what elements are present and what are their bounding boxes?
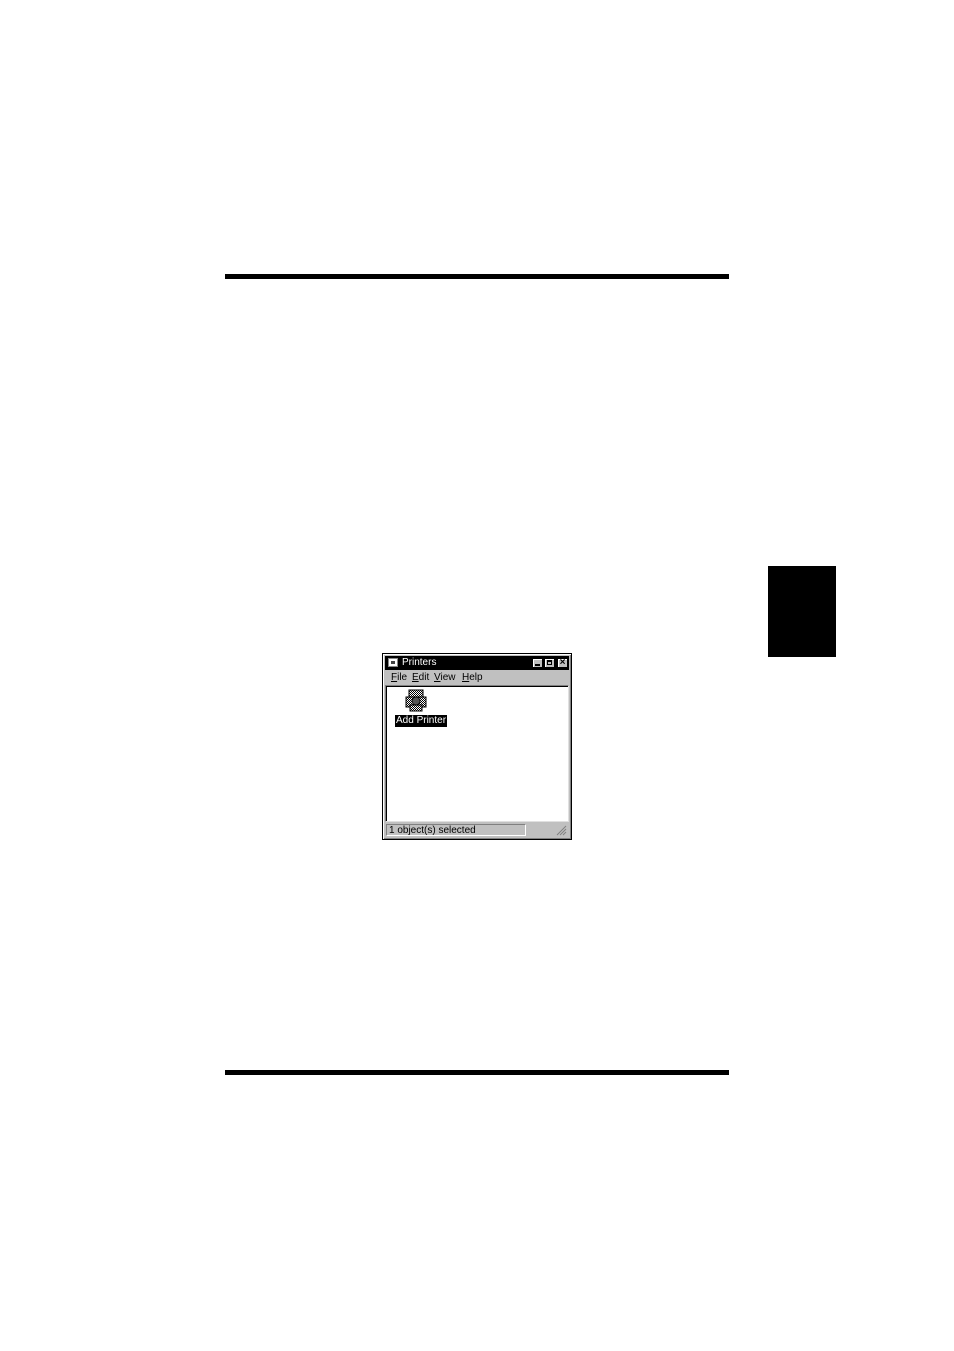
- menu-help[interactable]: Help: [462, 671, 483, 684]
- menu-bar: File Edit View Help: [385, 671, 569, 684]
- resize-grip-icon[interactable]: [555, 824, 567, 836]
- maximize-button[interactable]: [544, 658, 555, 668]
- close-icon: ×: [559, 657, 566, 668]
- close-button[interactable]: ×: [557, 657, 568, 668]
- status-text: 1 object(s) selected: [386, 824, 526, 836]
- menu-edit[interactable]: Edit: [412, 671, 429, 684]
- printers-folder-icon: [388, 658, 398, 667]
- footer-rule: [225, 1070, 729, 1075]
- window-title: Printers: [402, 657, 437, 668]
- add-printer-icon: [405, 689, 427, 712]
- status-bar: 1 object(s) selected: [385, 824, 569, 837]
- title-bar[interactable]: Printers ×: [385, 656, 569, 670]
- chapter-tab: [768, 566, 836, 657]
- menu-file[interactable]: File: [391, 671, 407, 684]
- printers-folder-view: Add Printer: [385, 685, 569, 822]
- header-rule: [225, 274, 729, 279]
- add-printer-label: Add Printer: [395, 715, 448, 727]
- printers-window: Printers × File Edit View Help Add Print…: [382, 653, 572, 840]
- menu-view[interactable]: View: [434, 671, 456, 684]
- minimize-button[interactable]: [532, 658, 543, 668]
